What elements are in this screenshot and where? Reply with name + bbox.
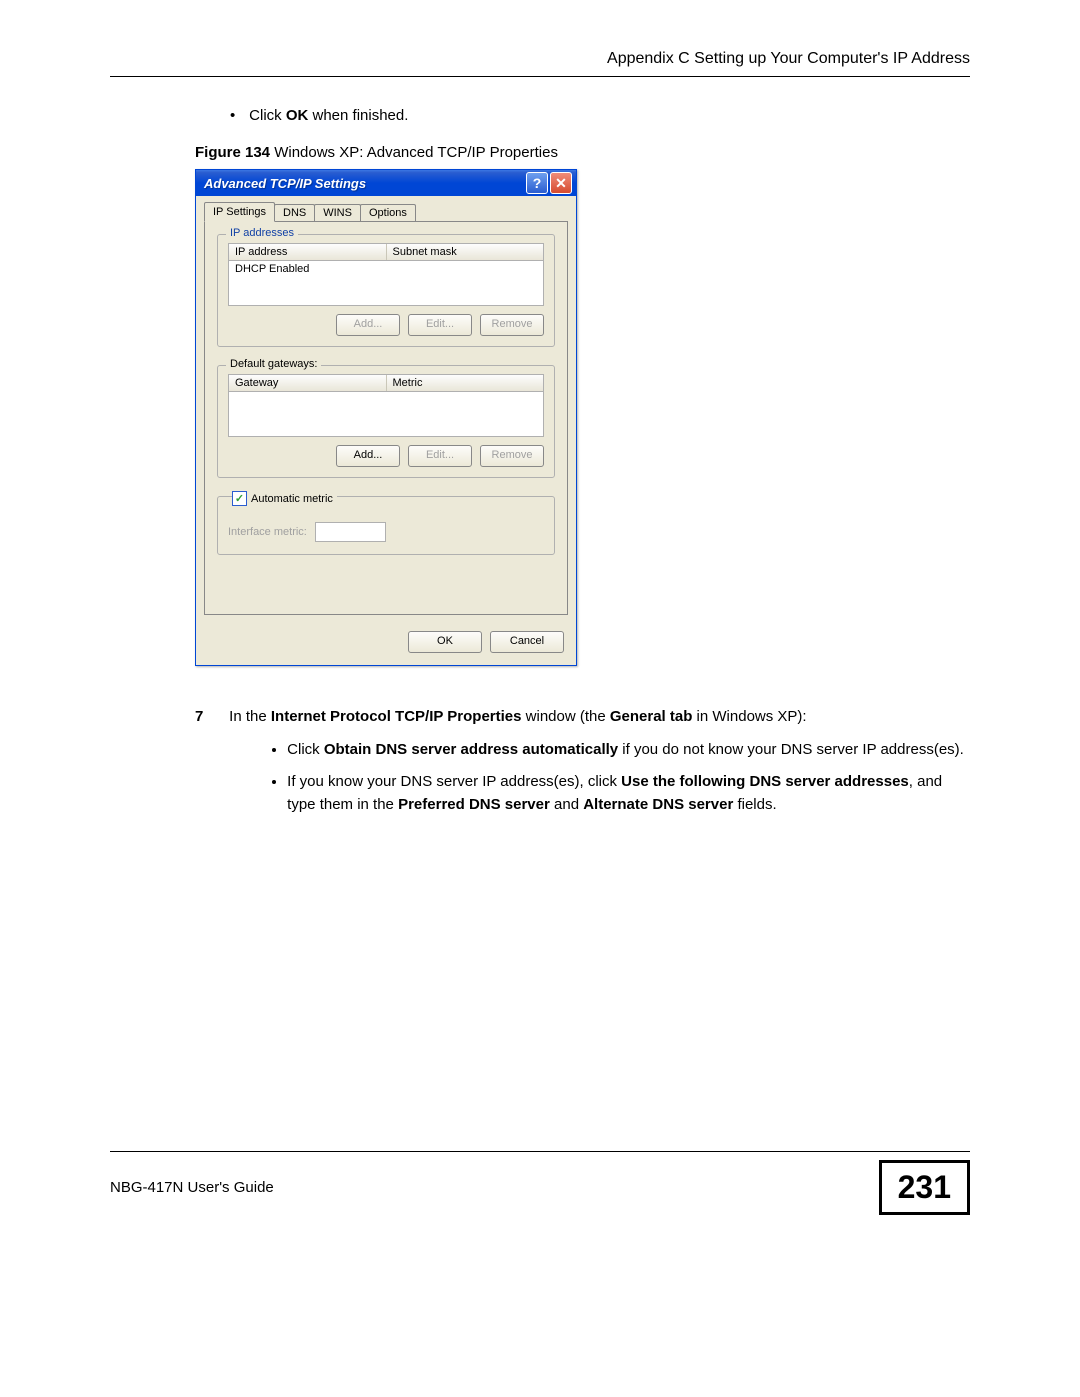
page-footer: NBG-417N User's Guide 231 <box>110 1151 970 1215</box>
advanced-tcpip-dialog: Advanced TCP/IP Settings ? ✕ IP Settings… <box>195 169 577 666</box>
gw-remove-button[interactable]: Remove <box>480 445 544 467</box>
header-appendix: Appendix C Setting up Your Computer's IP… <box>110 50 970 68</box>
interface-metric-label: Interface metric: <box>228 526 307 538</box>
gw-edit-button[interactable]: Edit... <box>408 445 472 467</box>
gw-group-legend: Default gateways: <box>226 358 321 370</box>
ok-button[interactable]: OK <box>408 631 482 653</box>
tab-panel: IP addresses IP address Subnet mask DHCP… <box>204 221 568 615</box>
step7-bullet-1: Click Obtain DNS server address automati… <box>287 739 969 762</box>
close-icon[interactable]: ✕ <box>550 172 572 194</box>
tab-options[interactable]: Options <box>360 204 416 221</box>
figure-caption: Figure 134 Windows XP: Advanced TCP/IP P… <box>195 144 970 161</box>
tab-row: IP Settings DNS WINS Options <box>196 196 576 221</box>
col-gateway[interactable]: Gateway <box>229 375 387 391</box>
gw-list-body[interactable] <box>228 392 544 437</box>
col-subnet-mask[interactable]: Subnet mask <box>387 244 544 260</box>
step-number: 7 <box>195 706 225 729</box>
ip-remove-button[interactable]: Remove <box>480 314 544 336</box>
cancel-button[interactable]: Cancel <box>490 631 564 653</box>
tab-wins[interactable]: WINS <box>314 204 361 221</box>
default-gateways-group: Default gateways: Gateway Metric Add... … <box>217 365 555 478</box>
step-7: 7 In the Internet Protocol TCP/IP Proper… <box>195 706 970 831</box>
tab-dns[interactable]: DNS <box>274 204 315 221</box>
dialog-footer: OK Cancel <box>196 623 576 665</box>
ip-list-header: IP address Subnet mask <box>228 243 544 261</box>
tab-ip-settings[interactable]: IP Settings <box>204 202 275 222</box>
automatic-metric-label: Automatic metric <box>251 493 333 505</box>
dialog-title: Advanced TCP/IP Settings <box>204 176 366 191</box>
ip-list-row: DHCP Enabled <box>235 263 537 275</box>
help-icon[interactable]: ? <box>526 172 548 194</box>
gw-list-header: Gateway Metric <box>228 374 544 392</box>
step7-bullet-2: If you know your DNS server IP address(e… <box>287 771 969 816</box>
ip-addresses-group: IP addresses IP address Subnet mask DHCP… <box>217 234 555 347</box>
ip-edit-button[interactable]: Edit... <box>408 314 472 336</box>
metric-group: ✓ Automatic metric Interface metric: <box>217 496 555 555</box>
col-metric[interactable]: Metric <box>387 375 544 391</box>
checkbox-icon: ✓ <box>232 491 247 506</box>
ip-list-body[interactable]: DHCP Enabled <box>228 261 544 306</box>
automatic-metric-checkbox[interactable]: ✓ Automatic metric <box>232 491 337 506</box>
ip-add-button[interactable]: Add... <box>336 314 400 336</box>
col-ip-address[interactable]: IP address <box>229 244 387 260</box>
ip-group-legend: IP addresses <box>226 227 298 239</box>
titlebar[interactable]: Advanced TCP/IP Settings ? ✕ <box>196 170 576 196</box>
intro-bullet: • Click OK when finished. <box>230 107 970 124</box>
interface-metric-input[interactable] <box>315 522 386 542</box>
page-number: 231 <box>879 1160 970 1215</box>
gw-add-button[interactable]: Add... <box>336 445 400 467</box>
footer-guide-name: NBG-417N User's Guide <box>110 1179 274 1196</box>
